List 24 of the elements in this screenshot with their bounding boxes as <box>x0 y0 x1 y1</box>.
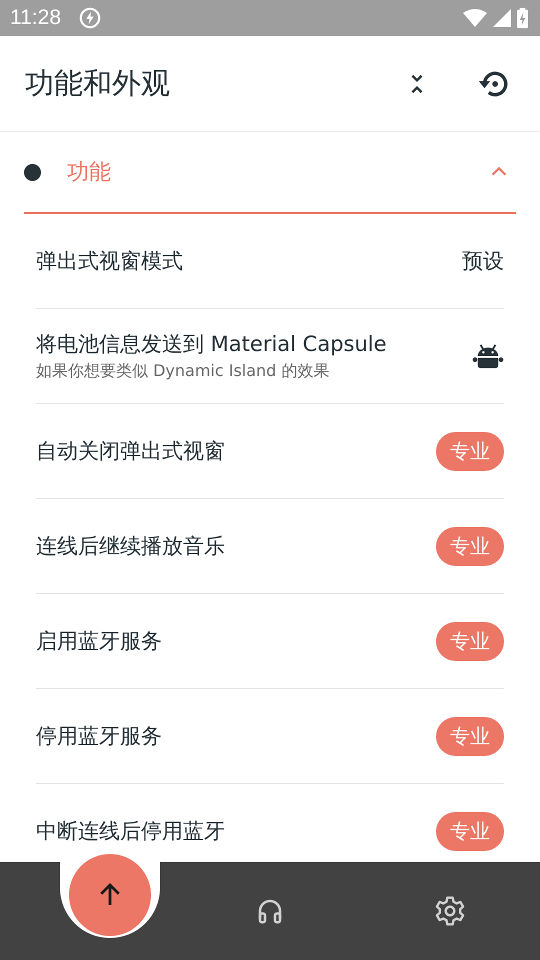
setting-title[interactable]: 启用蓝牙服务 <box>36 627 436 655</box>
setting-title[interactable]: 停用蓝牙服务 <box>36 722 436 750</box>
android-icon <box>472 343 504 369</box>
pro-badge: 专业 <box>436 526 504 566</box>
pro-badge: 专业 <box>436 432 504 470</box>
page-title: 功能和外观 <box>25 64 171 102</box>
pro-badge: 专业 <box>436 716 504 756</box>
pro-badge: 专业 <box>436 812 504 850</box>
section-title: 功能 <box>67 159 112 187</box>
battery-icon <box>517 7 528 29</box>
bolt-icon <box>79 7 101 29</box>
setting-value: 预设 <box>462 248 504 275</box>
wifi-icon <box>463 9 487 27</box>
settings-icon[interactable] <box>434 895 466 927</box>
setting-title[interactable]: 连线后继续播放音乐 <box>36 532 436 560</box>
pro-badge: 专业 <box>436 622 504 660</box>
setting-title[interactable]: 自动关闭弹出式视窗 <box>36 437 436 465</box>
setting-title[interactable]: 中断连线后停用蓝牙 <box>36 817 436 845</box>
setting-title[interactable]: 弹出式视窗模式 <box>36 247 462 275</box>
setting-title[interactable]: 将电池信息发送到 Material Capsule <box>36 330 472 358</box>
setting-subtitle: 如果你想要类似 Dynamic Island 的效果 <box>36 361 330 382</box>
status-time: 11:28 <box>10 6 61 30</box>
section-dot-icon <box>24 164 41 180</box>
signal-icon <box>493 9 511 27</box>
